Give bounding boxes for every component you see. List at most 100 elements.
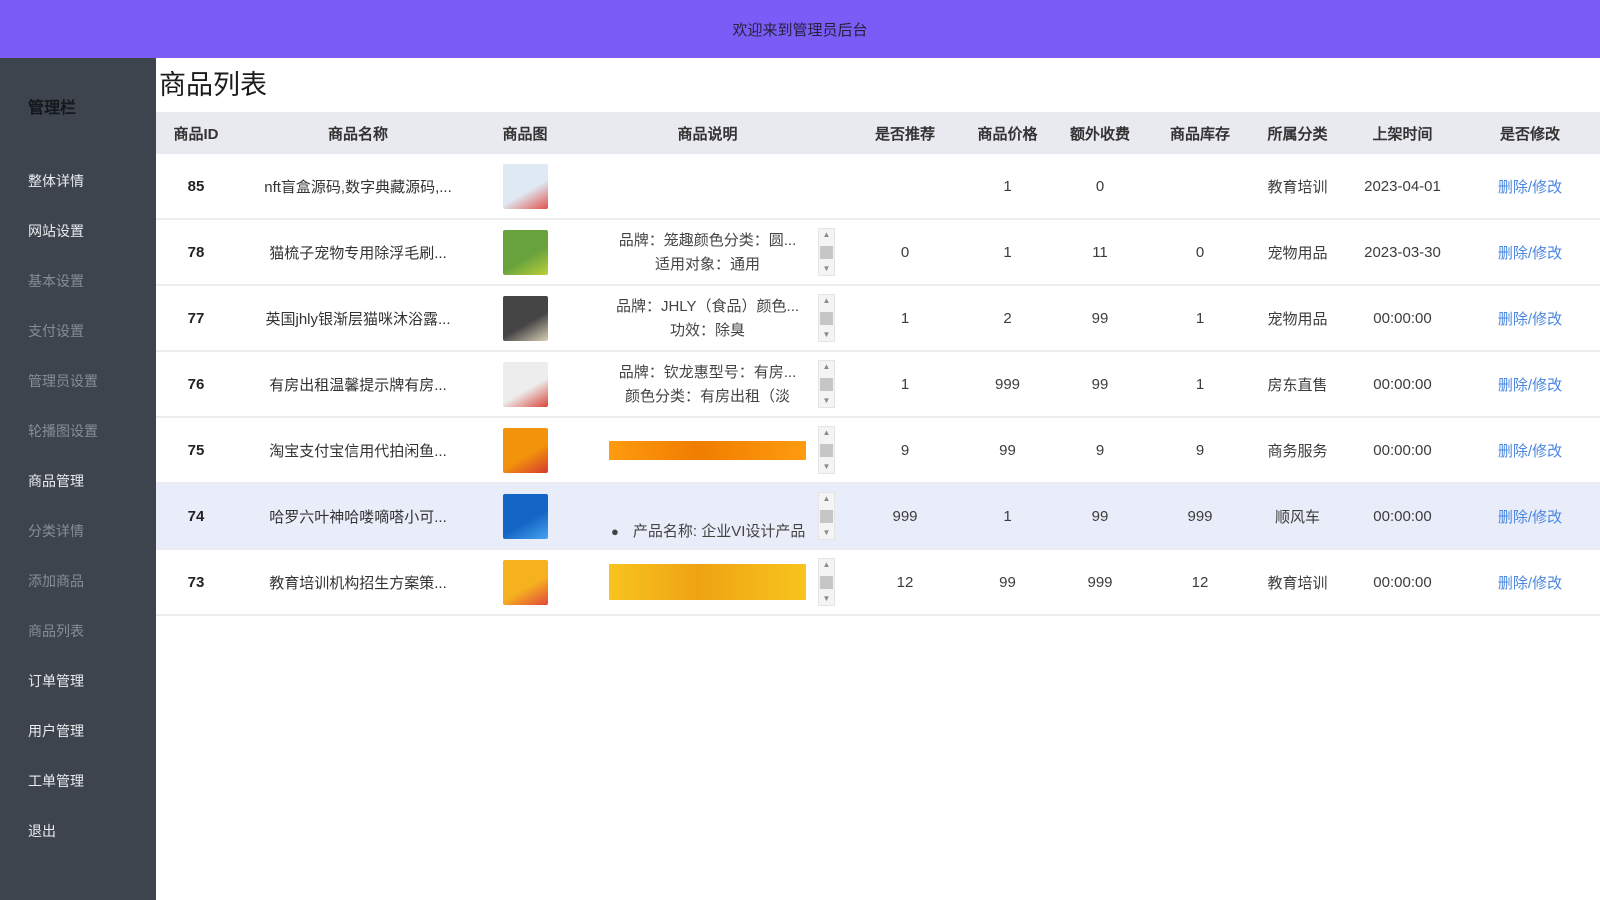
desc-inner	[570, 154, 845, 218]
category-cell: 顺风车	[1250, 483, 1345, 549]
scroll-down-icon[interactable]: ▼	[823, 397, 831, 405]
recommend-cell: 9	[845, 417, 965, 483]
edit-link[interactable]: 修改	[1532, 575, 1562, 592]
scroll-thumb[interactable]	[820, 312, 833, 325]
scroll-thumb[interactable]	[820, 378, 833, 391]
product-thumb-cell	[480, 351, 570, 417]
scroll-up-icon[interactable]: ▲	[823, 495, 831, 503]
stock-cell: 1	[1150, 285, 1250, 351]
desc-scrollbar[interactable]: ▲▼	[818, 492, 835, 540]
scroll-up-icon[interactable]: ▲	[823, 363, 831, 371]
delete-link[interactable]: 删除	[1498, 377, 1528, 394]
product-id-cell: 74	[156, 483, 236, 549]
scroll-thumb[interactable]	[820, 510, 833, 523]
sidebar-item-退出[interactable]: 退出	[0, 806, 156, 856]
scroll-up-icon[interactable]: ▲	[823, 297, 831, 305]
price-cell: 99	[965, 417, 1050, 483]
sidebar-item-分类详情[interactable]: 分类详情	[0, 506, 156, 556]
scroll-down-icon[interactable]: ▼	[823, 463, 831, 471]
product-thumb-cell	[480, 549, 570, 615]
sidebar-menu: 整体详情网站设置基本设置支付设置管理员设置轮播图设置商品管理分类详情添加商品商品…	[0, 156, 156, 856]
table-row: 77英国jhly银渐层猫咪沐浴露...品牌：JHLY（食品）颜色...功效：除臭…	[156, 285, 1600, 351]
scroll-down-icon[interactable]: ▼	[823, 265, 831, 273]
column-header-额外收费: 额外收费	[1050, 112, 1150, 154]
table-row: 78猫梳子宠物专用除浮毛刷...品牌：笼趣颜色分类：圆...适用对象：通用▲▼0…	[156, 219, 1600, 285]
desc-inner: 品牌：钦龙惠型号：有房...颜色分类：有房出租（淡▲▼	[570, 352, 845, 416]
edit-link[interactable]: 修改	[1532, 311, 1562, 328]
scroll-up-icon[interactable]: ▲	[823, 231, 831, 239]
extra-fee-cell: 99	[1050, 285, 1150, 351]
product-id-cell: 76	[156, 351, 236, 417]
product-name-cell: 有房出租温馨提示牌有房...	[236, 351, 480, 417]
welcome-banner-text: 欢迎来到管理员后台	[732, 19, 867, 40]
sidebar-item-用户管理[interactable]: 用户管理	[0, 706, 156, 756]
column-header-所属分类: 所属分类	[1250, 112, 1345, 154]
edit-link[interactable]: 修改	[1532, 509, 1562, 526]
product-name-cell: 淘宝支付宝信用代拍闲鱼...	[236, 417, 480, 483]
delete-link[interactable]: 删除	[1498, 311, 1528, 328]
product-id-cell: 73	[156, 549, 236, 615]
category-cell: 宠物用品	[1250, 219, 1345, 285]
sidebar-item-订单管理[interactable]: 订单管理	[0, 656, 156, 706]
column-header-商品库存: 商品库存	[1150, 112, 1250, 154]
desc-scrollbar[interactable]: ▲▼	[818, 360, 835, 408]
scroll-down-icon[interactable]: ▼	[823, 331, 831, 339]
scroll-up-icon[interactable]: ▲	[823, 561, 831, 569]
cat-shampoo-thumb-image	[503, 296, 548, 341]
sidebar-item-网站设置[interactable]: 网站设置	[0, 206, 156, 256]
sidebar-item-基本设置[interactable]: 基本设置	[0, 256, 156, 306]
delete-link[interactable]: 删除	[1498, 179, 1528, 196]
stock-cell: 12	[1150, 549, 1250, 615]
scroll-thumb[interactable]	[820, 576, 833, 589]
category-cell: 房东直售	[1250, 351, 1345, 417]
sidebar-item-添加商品[interactable]: 添加商品	[0, 556, 156, 606]
edit-link[interactable]: 修改	[1532, 377, 1562, 394]
desc-scrollbar[interactable]: ▲▼	[818, 558, 835, 606]
category-cell: 教育培训	[1250, 154, 1345, 219]
scroll-up-icon[interactable]: ▲	[823, 429, 831, 437]
desc-inner: ●产品名称: 企业VI设计产品▲▼	[570, 484, 845, 548]
extra-fee-cell: 9	[1050, 417, 1150, 483]
desc-scrollbar[interactable]: ▲▼	[818, 294, 835, 342]
product-desc-cell: ▲▼	[570, 549, 845, 615]
edit-link[interactable]: 修改	[1532, 245, 1562, 262]
table-row: 76有房出租温馨提示牌有房...品牌：钦龙惠型号：有房...颜色分类：有房出租（…	[156, 351, 1600, 417]
time-cell: 2023-03-30	[1345, 219, 1460, 285]
scroll-down-icon[interactable]: ▼	[823, 529, 831, 537]
sidebar-title: 管理栏	[0, 58, 156, 138]
delete-link[interactable]: 删除	[1498, 509, 1528, 526]
desc-banner-image	[609, 564, 806, 600]
scroll-down-icon[interactable]: ▼	[823, 595, 831, 603]
edu-training-thumb-image	[503, 560, 548, 605]
category-cell: 商务服务	[1250, 417, 1345, 483]
main-content: 商品列表 商品ID商品名称商品图商品说明是否推荐商品价格额外收费商品库存所属分类…	[156, 58, 1600, 900]
sidebar-item-支付设置[interactable]: 支付设置	[0, 306, 156, 356]
delete-link[interactable]: 删除	[1498, 245, 1528, 262]
stock-cell: 0	[1150, 219, 1250, 285]
edit-link[interactable]: 修改	[1532, 179, 1562, 196]
delete-link[interactable]: 删除	[1498, 575, 1528, 592]
sidebar-item-轮播图设置[interactable]: 轮播图设置	[0, 406, 156, 456]
edit-link[interactable]: 修改	[1532, 443, 1562, 460]
sidebar-item-管理员设置[interactable]: 管理员设置	[0, 356, 156, 406]
product-id-cell: 77	[156, 285, 236, 351]
scroll-thumb[interactable]	[820, 246, 833, 259]
desc-scrollbar[interactable]: ▲▼	[818, 426, 835, 474]
desc-scrollbar[interactable]: ▲▼	[818, 228, 835, 276]
sidebar: 管理栏 整体详情网站设置基本设置支付设置管理员设置轮播图设置商品管理分类详情添加…	[0, 58, 156, 900]
scroll-thumb[interactable]	[820, 444, 833, 457]
time-cell: 00:00:00	[1345, 549, 1460, 615]
actions-cell: 删除/修改	[1460, 154, 1600, 219]
sidebar-item-商品管理[interactable]: 商品管理	[0, 456, 156, 506]
table-row: 75淘宝支付宝信用代拍闲鱼...▲▼99999商务服务00:00:00删除/修改	[156, 417, 1600, 483]
column-header-上架时间: 上架时间	[1345, 112, 1460, 154]
sidebar-item-商品列表[interactable]: 商品列表	[0, 606, 156, 656]
actions-cell: 删除/修改	[1460, 351, 1600, 417]
bullet-icon: ●	[611, 520, 619, 539]
product-desc-cell	[570, 154, 845, 219]
delete-link[interactable]: 删除	[1498, 443, 1528, 460]
actions-cell: 删除/修改	[1460, 285, 1600, 351]
sidebar-item-工单管理[interactable]: 工单管理	[0, 756, 156, 806]
sidebar-item-整体详情[interactable]: 整体详情	[0, 156, 156, 206]
product-desc-cell: ▲▼	[570, 417, 845, 483]
